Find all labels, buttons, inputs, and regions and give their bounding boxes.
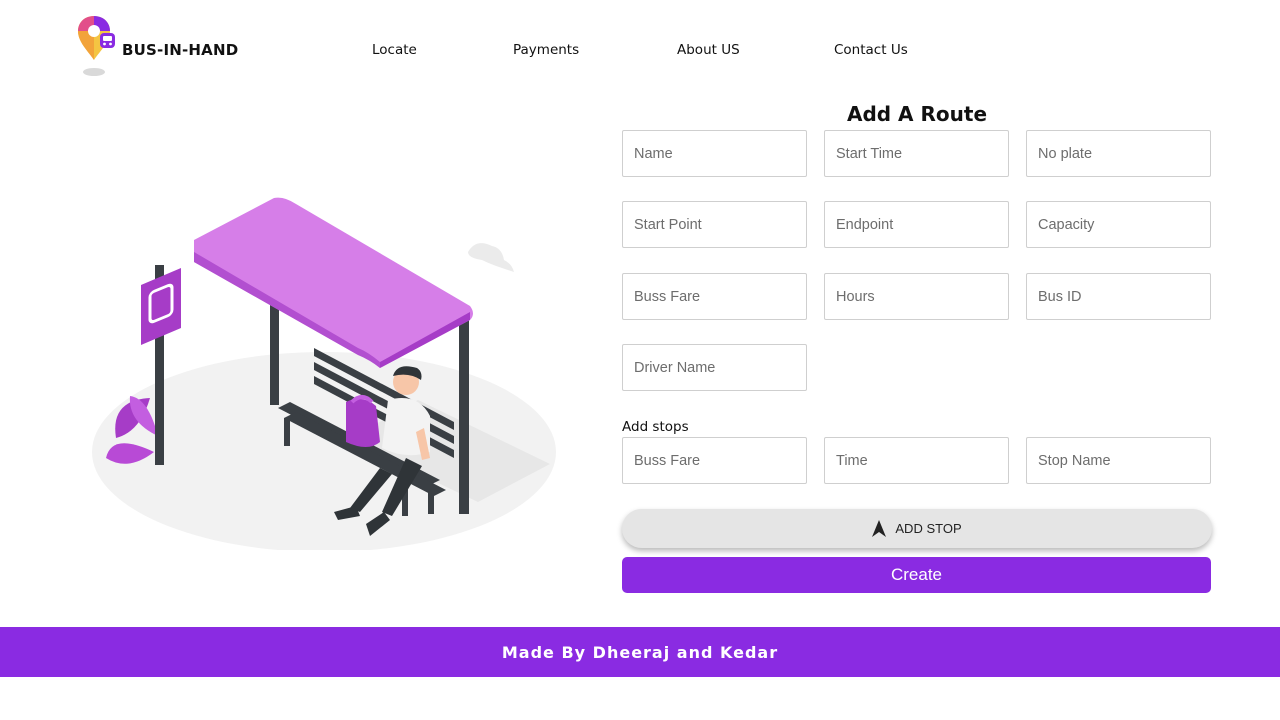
bus-id-input[interactable]: [1026, 273, 1211, 320]
add-stops-label: Add stops: [622, 419, 689, 435]
add-stop-button[interactable]: ADD STOP: [622, 509, 1212, 548]
hours-input[interactable]: [824, 273, 1009, 320]
buss-fare-input[interactable]: [622, 273, 807, 320]
endpoint-input[interactable]: [824, 201, 1009, 248]
nav-about-us[interactable]: About US: [677, 42, 740, 58]
capacity-input[interactable]: [1026, 201, 1211, 248]
navigation-arrow-icon: [872, 520, 887, 537]
name-input[interactable]: [622, 130, 807, 177]
footer: Made By Dheeraj and Kedar: [0, 627, 1280, 677]
start-point-input[interactable]: [622, 201, 807, 248]
nav-contact-us[interactable]: Contact Us: [834, 42, 908, 58]
start-time-input[interactable]: [824, 130, 1009, 177]
driver-name-input[interactable]: [622, 344, 807, 391]
footer-credit: Made By Dheeraj and Kedar: [501, 642, 779, 662]
stop-buss-fare-input[interactable]: [622, 437, 807, 484]
location-pin-logo-icon: [78, 16, 115, 76]
nav-locate[interactable]: Locate: [372, 42, 417, 58]
nav-payments[interactable]: Payments: [513, 42, 579, 58]
bus-stop-illustration: [88, 190, 568, 552]
form-title: Add A Route: [846, 102, 988, 126]
brand-name: BUS-IN-HAND: [122, 41, 239, 59]
stop-name-input[interactable]: [1026, 437, 1211, 484]
stop-time-input[interactable]: [824, 437, 1009, 484]
add-stop-label: ADD STOP: [895, 521, 962, 536]
create-button[interactable]: Create: [622, 557, 1211, 593]
no-plate-input[interactable]: [1026, 130, 1211, 177]
